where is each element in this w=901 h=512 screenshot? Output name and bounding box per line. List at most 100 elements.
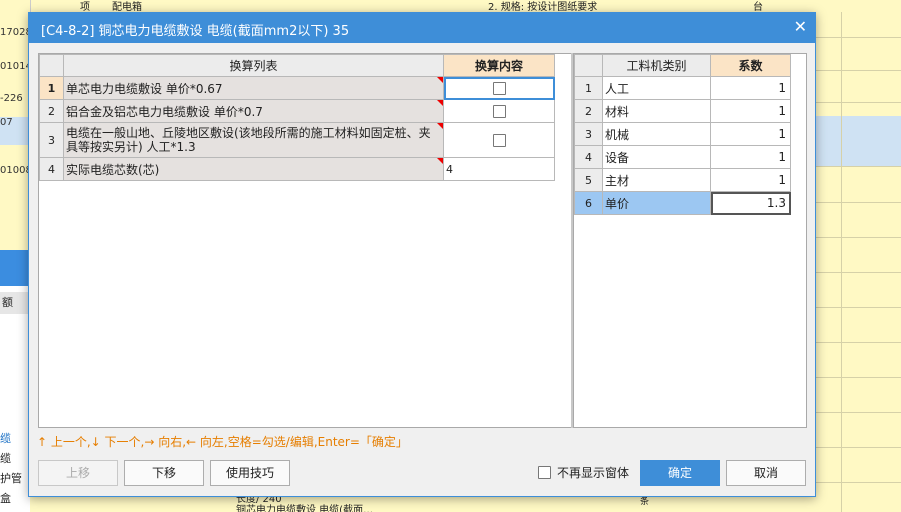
row-number: 3 — [574, 122, 603, 146]
bg-hline — [813, 102, 901, 103]
bg-hline — [813, 377, 901, 378]
column-header-conversion-list[interactable]: 换算列表 — [63, 54, 444, 77]
background-left-panel: 额 缆 缆 护管 盒 — [0, 250, 30, 512]
bg-panel-header: 额 — [0, 292, 30, 314]
bg-panel-header-bar — [0, 250, 30, 286]
coefficient-panel: 工料机类别 系数 1 人工 1 2 材料 1 3 机械 1 4 设备 1 5 主… — [573, 53, 807, 428]
conversion-item-label: 单芯电力电缆敷设 单价*0.67 — [66, 81, 223, 96]
table-row[interactable]: 1 单芯电力电缆敷设 单价*0.67 — [39, 76, 555, 100]
category-cell: 设备 — [602, 145, 711, 169]
row-number: 5 — [574, 168, 603, 192]
coefficient-cell[interactable]: 1 — [710, 76, 791, 100]
dont-show-again-checkbox[interactable] — [538, 466, 551, 479]
note-marker-icon — [437, 123, 443, 129]
category-cell: 主材 — [602, 168, 711, 192]
coefficient-cell[interactable]: 1 — [710, 122, 791, 146]
conversion-item-text: 铝合金及铝芯电力电缆敷设 单价*0.7 — [63, 99, 444, 123]
table-row-selected[interactable]: 6 单价 1.3 — [574, 191, 791, 215]
conversion-list-table: 换算列表 换算内容 1 单芯电力电缆敷设 单价*0.67 2 铝合金及铝芯电力电… — [39, 54, 555, 181]
conversion-list-panel: 换算列表 换算内容 1 单芯电力电缆敷设 单价*0.67 2 铝合金及铝芯电力电… — [38, 53, 574, 428]
table-row[interactable]: 2 材料 1 — [574, 99, 791, 123]
conversion-checkbox[interactable] — [492, 134, 506, 147]
dont-show-again-option[interactable]: 不再显示窗体 — [538, 464, 629, 481]
usage-tips-button[interactable]: 使用技巧 — [210, 460, 290, 486]
conversion-checkbox[interactable] — [492, 105, 506, 118]
coefficient-cell-editing[interactable]: 1.3 — [710, 191, 791, 215]
bg-hline — [813, 342, 901, 343]
row-number: 2 — [39, 99, 64, 123]
bg-hline — [813, 202, 901, 203]
bg-panel-item[interactable]: 护管 — [0, 470, 22, 486]
bg-hline — [813, 237, 901, 238]
category-cell: 机械 — [602, 122, 711, 146]
row-number: 4 — [39, 157, 64, 181]
bg-highlight-row — [813, 116, 901, 166]
conversion-checkbox[interactable] — [492, 82, 506, 95]
bg-hline — [813, 37, 901, 38]
bg-code[interactable]: 17028 — [0, 27, 30, 38]
table-row[interactable]: 4 设备 1 — [574, 145, 791, 169]
row-number: 4 — [574, 145, 603, 169]
row-number: 1 — [39, 76, 64, 100]
coefficient-cell[interactable]: 1 — [710, 168, 791, 192]
row-number: 3 — [39, 122, 64, 158]
close-icon[interactable]: ✕ — [794, 17, 807, 36]
bg-hline — [813, 272, 901, 273]
conversion-item-text: 电缆在一般山地、丘陵地区敷设(该地段所需的施工材料如固定桩、夹具等按实另计) 人… — [63, 122, 444, 158]
bg-panel-item[interactable]: 盒 — [0, 490, 11, 506]
column-header-coefficient[interactable]: 系数 — [710, 54, 791, 77]
move-down-button[interactable]: 下移 — [124, 460, 204, 486]
note-marker-icon — [437, 77, 443, 83]
move-up-button[interactable]: 上移 — [38, 460, 118, 486]
bg-text: 铜芯电力电缆敷设 电缆(截面… — [236, 505, 374, 512]
bg-hline — [813, 482, 901, 483]
table-row[interactable]: 1 人工 1 — [574, 76, 791, 100]
note-marker-icon — [437, 158, 443, 164]
row-number: 1 — [574, 76, 603, 100]
bg-code[interactable]: -226 — [0, 93, 30, 104]
bg-hline — [813, 412, 901, 413]
bg-panel-item[interactable]: 缆 — [0, 430, 11, 446]
conversion-dialog: [C4-8-2] 铜芯电力电缆敷设 电缆(截面mm2以下) 35 ✕ 换算列表 … — [28, 12, 816, 497]
table-row[interactable]: 3 机械 1 — [574, 122, 791, 146]
table-row[interactable]: 3 电缆在一般山地、丘陵地区敷设(该地段所需的施工材料如固定桩、夹具等按实另计)… — [39, 122, 555, 158]
conversion-checkbox-cell[interactable] — [443, 99, 555, 123]
column-header-conversion-content[interactable]: 换算内容 — [443, 54, 555, 77]
conversion-item-label: 实际电缆芯数(芯) — [66, 162, 160, 177]
bg-code[interactable]: 01008 — [0, 165, 30, 176]
bg-panel-item[interactable]: 缆 — [0, 450, 11, 466]
conversion-checkbox-cell[interactable] — [443, 76, 555, 100]
ok-button[interactable]: 确定 — [640, 460, 720, 486]
table-row[interactable]: 2 铝合金及铝芯电力电缆敷设 单价*0.7 — [39, 99, 555, 123]
background-right-columns — [813, 12, 901, 512]
conversion-item-text: 实际电缆芯数(芯) — [63, 157, 444, 181]
note-marker-icon — [437, 100, 443, 106]
corner-cell — [574, 54, 603, 77]
bg-code[interactable]: 01014 — [0, 61, 30, 72]
dont-show-again-label: 不再显示窗体 — [557, 466, 630, 480]
bg-hline — [813, 166, 901, 167]
conversion-checkbox-cell[interactable] — [443, 122, 555, 158]
keyboard-hint: ↑ 上一个,↓ 下一个,→ 向右,← 向左,空格=勾选/编辑,Enter=「确定… — [37, 435, 408, 449]
table-row[interactable]: 5 主材 1 — [574, 168, 791, 192]
bg-hline — [813, 307, 901, 308]
category-cell: 材料 — [602, 99, 711, 123]
dialog-title: [C4-8-2] 铜芯电力电缆敷设 电缆(截面mm2以下) 35 — [41, 24, 350, 39]
conversion-item-text: 单芯电力电缆敷设 单价*0.67 — [63, 76, 444, 100]
bg-vline — [841, 12, 842, 512]
row-number: 2 — [574, 99, 603, 123]
coefficient-cell[interactable]: 1 — [710, 99, 791, 123]
coefficient-cell[interactable]: 1 — [710, 145, 791, 169]
conversion-item-label: 电缆在一般山地、丘陵地区敷设(该地段所需的施工材料如固定桩、夹具等按实另计) 人… — [66, 126, 431, 154]
core-count-input[interactable]: 4 — [443, 157, 555, 181]
coefficient-table: 工料机类别 系数 1 人工 1 2 材料 1 3 机械 1 4 设备 1 5 主… — [574, 54, 791, 215]
conversion-item-label: 铝合金及铝芯电力电缆敷设 单价*0.7 — [66, 104, 263, 119]
table-row[interactable]: 4 实际电缆芯数(芯) 4 — [39, 157, 555, 181]
category-cell: 单价 — [602, 191, 711, 215]
bg-hline — [813, 70, 901, 71]
cancel-button[interactable]: 取消 — [726, 460, 806, 486]
bg-code[interactable]: 07 — [0, 117, 30, 145]
column-header-category[interactable]: 工料机类别 — [602, 54, 711, 77]
category-cell: 人工 — [602, 76, 711, 100]
dialog-titlebar[interactable]: [C4-8-2] 铜芯电力电缆敷设 电缆(截面mm2以下) 35 ✕ — [29, 13, 815, 43]
